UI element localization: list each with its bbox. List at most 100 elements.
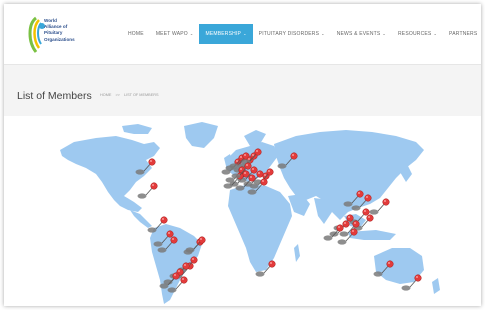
land-south-america [150,224,202,304]
pin-shadow [223,183,233,189]
nav-item-meet-wapo[interactable]: MEET WAPO ⌄ [150,24,200,44]
nav-item-label: PITUITARY DISORDERS [258,31,320,37]
pin-highlight [352,230,354,232]
pin-head [290,152,298,160]
pin-head [364,194,372,202]
pin-head [382,198,390,206]
pin-highlight [244,172,246,174]
nav-item-home[interactable]: HOME [122,24,150,44]
nav-item-partners[interactable]: PARTNERS [443,24,481,44]
nav-item-label: PARTNERS [449,31,478,37]
pin-highlight [240,168,242,170]
main-nav: HOME MEET WAPO ⌄ MEMBERSHIP ⌄ PITUITARY DI… [122,24,481,44]
pin-shadow [167,287,177,293]
pin-highlight [162,218,164,220]
pin-head [248,174,256,182]
pin-head [170,236,178,244]
pin-shadow [159,283,169,289]
pin-head [254,148,262,156]
pin-highlight [366,196,368,198]
pin-highlight [248,158,250,160]
logo-line-4: Organizations [44,36,75,42]
pin-highlight [192,258,194,260]
chevron-down-icon: ⌄ [382,31,386,36]
land-madagascar [294,244,300,262]
nav-item-label: MEET WAPO [155,31,188,37]
pin-highlight [252,154,254,156]
pin-shadow [247,189,257,195]
pin-highlight [416,276,418,278]
pin-highlight [172,238,174,240]
pin-highlight [262,180,264,182]
nav-item-membership[interactable]: MEMBERSHIP ⌄ [199,24,253,44]
pin-shadow [277,163,287,169]
pin-highlight [364,210,366,212]
pin-head [180,276,188,284]
pin-shadow [323,235,333,241]
pin-shadow [235,185,245,191]
logo-line-1: World [44,18,57,23]
nav-item-news-events[interactable]: NEWS & EVENTS ⌄ [331,24,392,44]
pin-head [256,170,264,178]
pin-shadow [137,193,147,199]
chevron-down-icon: ⌄ [243,31,247,36]
pin-head [150,182,158,190]
pin-highlight [184,264,186,266]
pin-head [160,216,168,224]
pin-highlight [150,160,152,162]
nav-item-resources[interactable]: RESOURCES ⌄ [392,24,443,44]
logo-line-3: Pituitary [44,30,63,36]
pin-highlight [338,226,340,228]
pin-highlight [182,278,184,280]
pin-head [346,214,354,222]
pin-shadow [153,241,163,247]
pin-highlight [268,170,270,172]
pin-highlight [292,154,294,156]
pin-highlight [250,176,252,178]
breadcrumb-current: LIST OF MEMBERS [123,93,159,97]
member-map[interactable] [4,116,481,306]
pin-shadow [147,227,157,233]
pin-head [336,224,344,232]
pin-head [260,178,268,186]
pin-head [386,260,394,268]
pin-highlight [368,216,370,218]
pin-highlight [264,174,266,176]
pin-highlight [344,222,346,224]
pin-shadow [339,231,349,237]
world-map[interactable] [4,116,481,306]
pin-head [342,220,350,228]
breadcrumb-separator: >> [115,93,120,97]
pin-highlight [244,154,246,156]
pin-shadow [185,247,195,253]
map-pin-icon[interactable] [137,182,158,199]
pin-highlight [174,274,176,276]
pin-shadow [373,271,383,277]
logo-line-2: Alliance of [44,24,68,30]
pin-head [148,158,156,166]
pin-head [190,256,198,264]
breadcrumb: HOME >> LIST OF MEMBERS [100,93,162,97]
pin-highlight [270,262,272,264]
pin-highlight [246,164,248,166]
pin-highlight [256,150,258,152]
chevron-down-icon: ⌄ [433,31,438,36]
pin-shadow [231,173,241,179]
pin-highlight [236,160,238,162]
site-logo[interactable]: World Alliance of Pituitary Organization… [26,14,98,56]
pin-highlight [152,184,154,186]
chevron-down-icon: ⌄ [189,31,194,36]
pin-head [414,274,422,282]
pin-highlight [388,262,390,264]
land-canada-islands [122,124,152,134]
pin-highlight [240,156,242,158]
nav-item-pituitary-disorders[interactable]: PITUITARY DISORDERS ⌄ [253,24,331,44]
pin-shadow [351,205,361,211]
pin-highlight [348,216,350,218]
pin-highlight [168,232,170,234]
pin-shadow [329,231,339,237]
nav-item-label: HOME [128,31,144,37]
browser-page: World Alliance of Pituitary Organization… [4,4,481,306]
breadcrumb-home[interactable]: HOME [100,93,111,97]
page-title-bar: List of Members HOME >> LIST OF MEMBERS [4,64,481,118]
